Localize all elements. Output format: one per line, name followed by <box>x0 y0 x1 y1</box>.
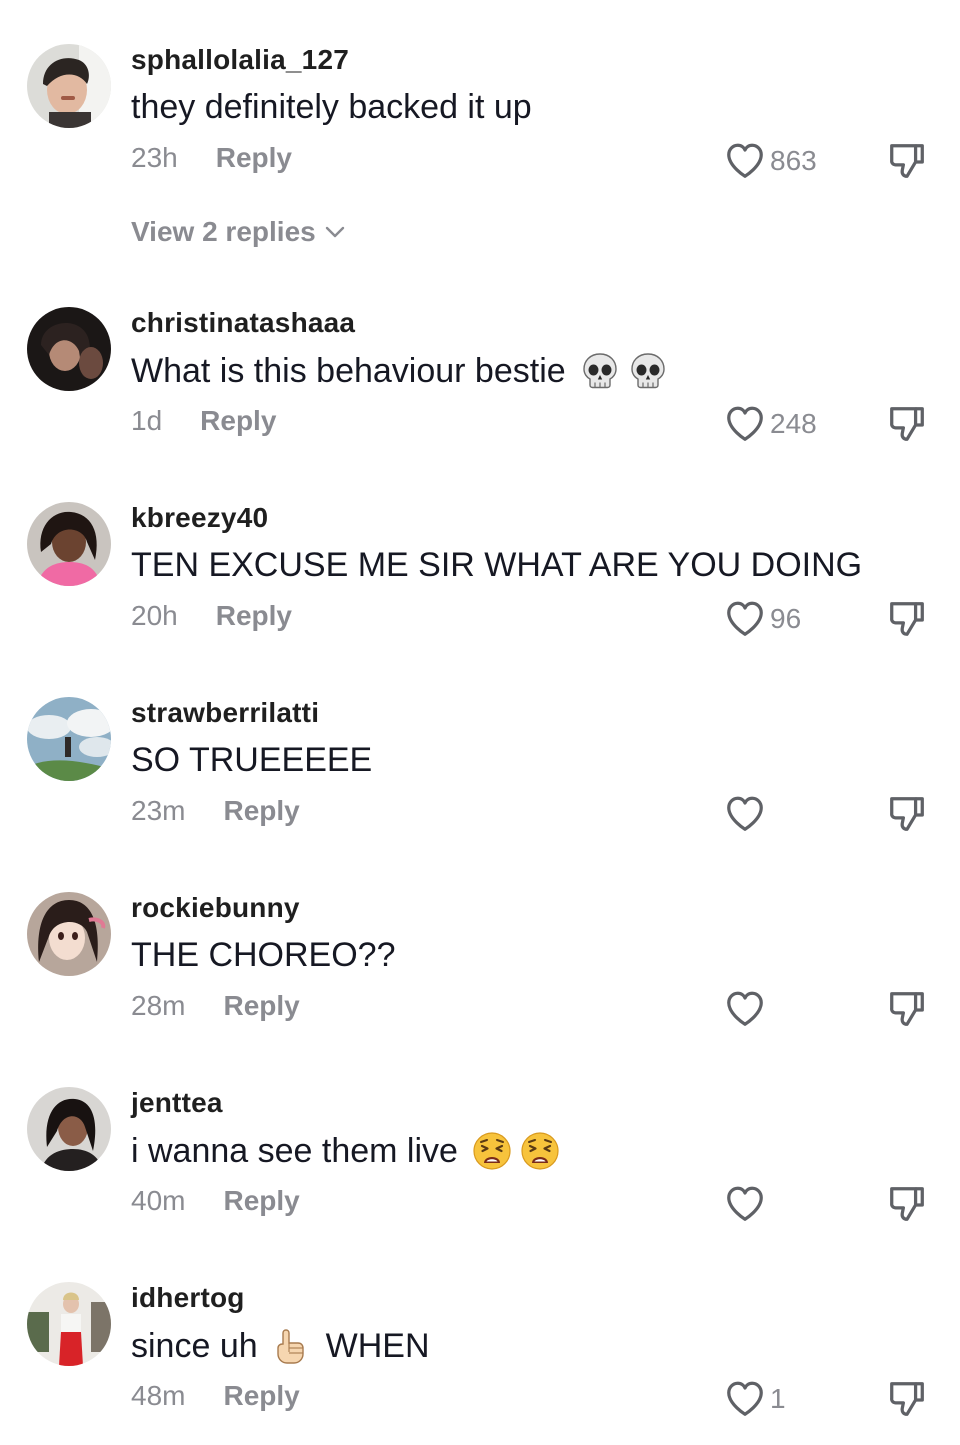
heart-outline-icon <box>724 140 766 182</box>
comment-text: TEN EXCUSE ME SIR WHAT ARE YOU DOING <box>131 546 862 585</box>
comment-text-content: i wanna see them live <box>131 1131 458 1170</box>
heart-outline-icon <box>724 403 766 445</box>
reply-button[interactable]: Reply <box>223 795 299 827</box>
like-count: 1 <box>770 1383 786 1414</box>
comment-text-content: What is this behaviour bestie <box>131 351 566 390</box>
avatar[interactable] <box>27 307 111 391</box>
like-button[interactable] <box>724 1183 770 1225</box>
avatar[interactable] <box>27 892 111 976</box>
like-button[interactable] <box>724 988 770 1030</box>
comment-text: What is this behaviour bestie <box>131 351 668 391</box>
username[interactable]: rockiebunny <box>131 892 300 924</box>
like-button[interactable]: 863 <box>724 140 817 182</box>
comment-meta: 1d Reply <box>131 405 276 437</box>
dislike-button[interactable] <box>886 403 928 445</box>
reply-button[interactable]: Reply <box>223 1380 299 1412</box>
avatar[interactable] <box>27 44 111 128</box>
comment-text-content: THE CHOREO?? <box>131 936 396 974</box>
comment-time: 40m <box>131 1185 186 1216</box>
reply-button[interactable]: Reply <box>200 405 276 437</box>
comment-meta: 23h Reply <box>131 142 292 174</box>
comment-meta: 48m Reply <box>131 1380 300 1412</box>
dislike-button[interactable] <box>886 1378 928 1420</box>
like-count: 248 <box>770 408 817 439</box>
username[interactable]: kbreezy40 <box>131 502 268 534</box>
comment-meta: 20h Reply <box>131 600 292 632</box>
comment-text: i wanna see them live <box>131 1131 560 1171</box>
avatar[interactable] <box>27 697 111 781</box>
weary-face-emoji <box>472 1131 512 1171</box>
comment-time: 28m <box>131 990 186 1021</box>
thumbs-down-icon <box>886 1183 928 1225</box>
avatar[interactable] <box>27 502 111 586</box>
reply-button[interactable]: Reply <box>216 142 292 174</box>
dislike-button[interactable] <box>886 988 928 1030</box>
comment-text: they definitely backed it up <box>131 88 532 127</box>
comment-meta: 40m Reply <box>131 1185 300 1217</box>
thumbs-down-icon <box>886 1378 928 1420</box>
comment-text-content: WHEN <box>325 1326 430 1365</box>
heart-outline-icon <box>724 1378 766 1420</box>
heart-outline-icon <box>724 1183 766 1225</box>
heart-outline-icon <box>724 793 766 835</box>
comment-text: THE CHOREO?? <box>131 936 396 975</box>
comment-meta: 23m Reply <box>131 795 300 827</box>
like-count: 96 <box>770 603 802 634</box>
comment-time: 1d <box>131 405 163 436</box>
comment-time: 48m <box>131 1380 186 1411</box>
view-replies-label: View 2 replies <box>131 216 316 247</box>
thumbs-down-icon <box>886 988 928 1030</box>
comment-text-content: since uh <box>131 1326 258 1365</box>
reply-button[interactable]: Reply <box>223 990 299 1022</box>
reply-button[interactable]: Reply <box>216 600 292 632</box>
heart-outline-icon <box>724 988 766 1030</box>
like-count: 863 <box>770 145 817 176</box>
dislike-button[interactable] <box>886 793 928 835</box>
view-replies-button[interactable]: View 2 replies <box>131 216 346 248</box>
comment-meta: 28m Reply <box>131 990 300 1022</box>
comment-time: 23h <box>131 142 178 173</box>
skull-emoji <box>580 351 620 391</box>
pointing-up-emoji <box>270 1326 310 1366</box>
dislike-button[interactable] <box>886 140 928 182</box>
avatar[interactable] <box>27 1087 111 1171</box>
username[interactable]: jenttea <box>131 1087 223 1119</box>
like-button[interactable]: 96 <box>724 598 801 640</box>
comment-text: SO TRUEEEEE <box>131 741 372 780</box>
username[interactable]: christinatashaaa <box>131 307 355 339</box>
comment-time: 20h <box>131 600 178 631</box>
thumbs-down-icon <box>886 793 928 835</box>
comment-text-content: TEN EXCUSE ME SIR WHAT ARE YOU DOING <box>131 546 863 584</box>
like-button[interactable]: 1 <box>724 1378 786 1420</box>
username[interactable]: sphallolalia_127 <box>131 44 349 76</box>
reply-button[interactable]: Reply <box>223 1185 299 1217</box>
comment-time: 23m <box>131 795 186 826</box>
comment-text-content: SO TRUEEEEE <box>131 741 373 779</box>
like-button[interactable] <box>724 793 770 835</box>
dislike-button[interactable] <box>886 598 928 640</box>
chevron-down-icon <box>325 226 344 238</box>
thumbs-down-icon <box>886 140 928 182</box>
comment-text: since uh WHEN <box>131 1326 430 1366</box>
dislike-button[interactable] <box>886 1183 928 1225</box>
username[interactable]: strawberrilatti <box>131 697 319 729</box>
weary-face-emoji <box>520 1131 560 1171</box>
thumbs-down-icon <box>886 598 928 640</box>
like-button[interactable]: 248 <box>724 403 817 445</box>
avatar[interactable] <box>27 1282 111 1366</box>
heart-outline-icon <box>724 598 766 640</box>
comment-text-content: they definitely backed it up <box>131 88 532 126</box>
skull-emoji <box>628 351 668 391</box>
thumbs-down-icon <box>886 403 928 445</box>
username[interactable]: idhertog <box>131 1282 245 1314</box>
